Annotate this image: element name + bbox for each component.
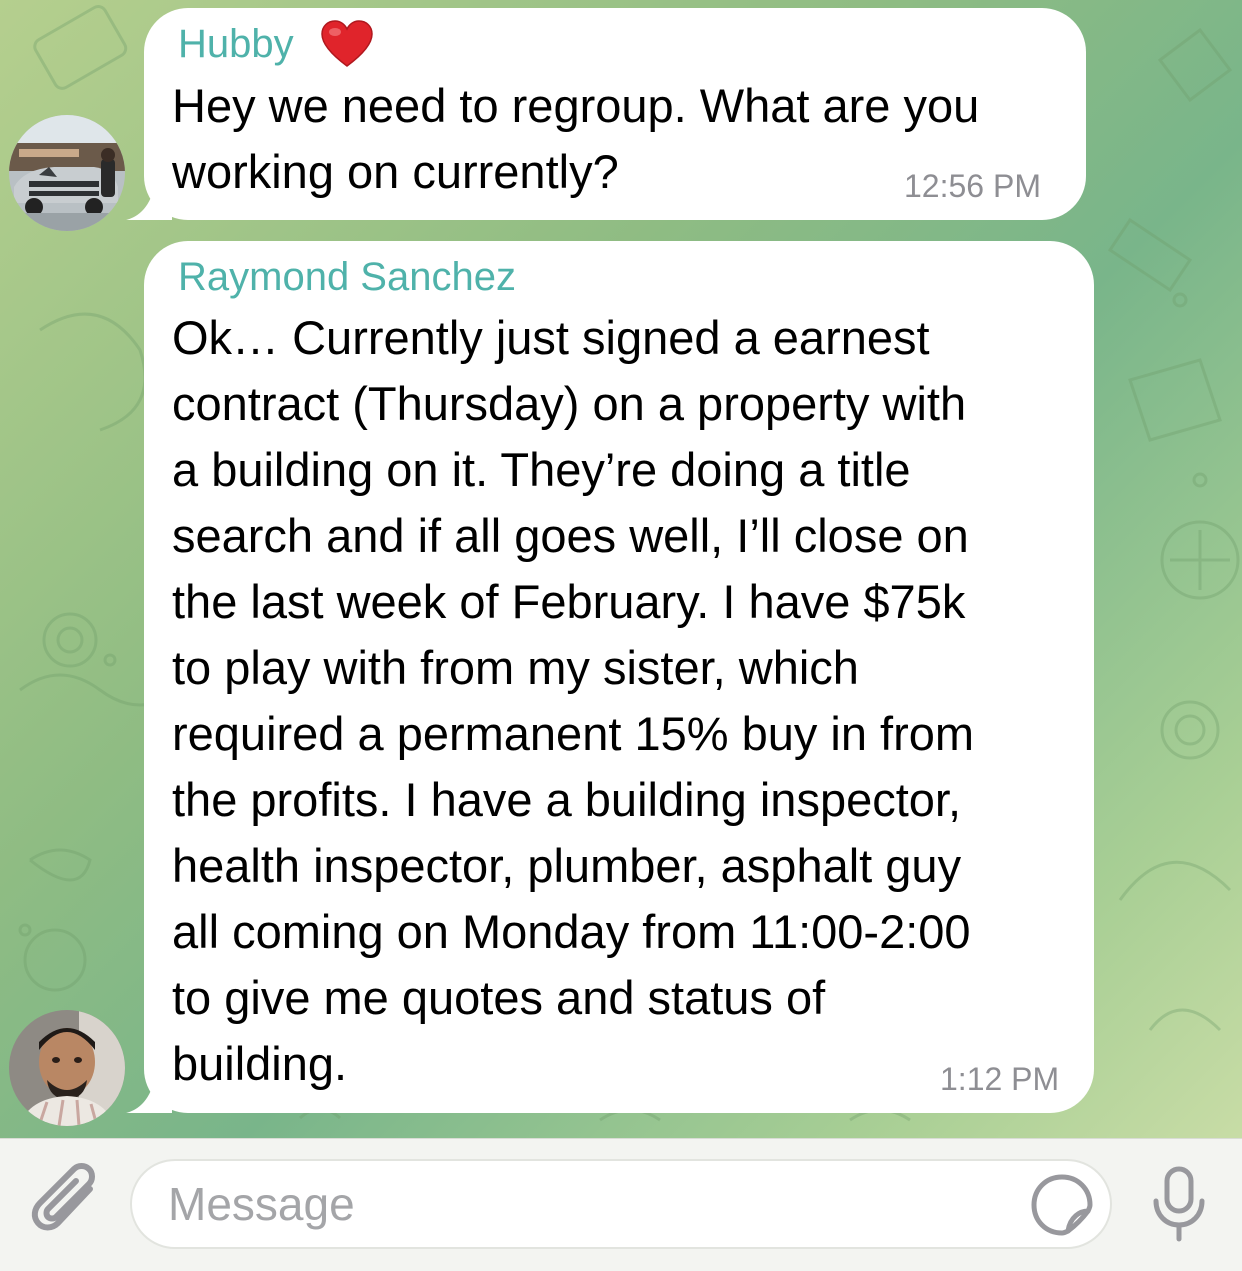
- message-timestamp: 12:56 PM: [904, 168, 1041, 204]
- message-text-line: the profits. I have a building inspector…: [172, 773, 962, 826]
- sticker-icon[interactable]: [1030, 1173, 1094, 1237]
- message-text-line: search and if all goes well, I’ll close …: [172, 509, 969, 562]
- message-text-line: to play with from my sister, which: [172, 641, 859, 694]
- message-text-line: all coming on Monday from 11:00-2:00: [172, 905, 971, 958]
- message-text-line: Hey we need to regroup. What are you: [172, 79, 980, 132]
- message-bubble-1[interactable]: Hubby Hey we need to regroup. What are y…: [144, 8, 1086, 220]
- message-bubble-2[interactable]: Raymond Sanchez Ok… Currently just signe…: [144, 241, 1094, 1113]
- message-composer: [0, 1138, 1242, 1271]
- message-timestamp: 1:12 PM: [940, 1061, 1060, 1097]
- message-text-line: working on currently?: [172, 145, 619, 198]
- sender-avatar-hubby[interactable]: [9, 115, 125, 231]
- message-text-line: building.: [172, 1037, 348, 1090]
- message-input[interactable]: [130, 1159, 1112, 1249]
- message-text-line: a building on it. They’re doing a title: [172, 443, 911, 496]
- message-text-line: contract (Thursday) on a property with: [172, 377, 967, 430]
- paperclip-icon[interactable]: [28, 1163, 104, 1247]
- message-text-line: to give me quotes and status of: [172, 971, 826, 1024]
- sender-avatar-raymond[interactable]: [9, 1010, 125, 1126]
- sender-name[interactable]: Hubby: [178, 22, 294, 67]
- message-text-line: Ok… Currently just signed a earnest: [172, 311, 930, 364]
- message-text-line: health inspector, plumber, asphalt guy: [172, 839, 962, 892]
- message-text-line: the last week of February. I have $75k: [172, 575, 966, 628]
- chat-screen: Hubby Hey we need to regroup. What are y…: [0, 0, 1242, 1271]
- sender-name[interactable]: Raymond Sanchez: [178, 255, 516, 300]
- message-text-line: required a permanent 15% buy in from: [172, 707, 975, 760]
- heart-icon: [321, 20, 373, 67]
- microphone-icon[interactable]: [1148, 1165, 1210, 1245]
